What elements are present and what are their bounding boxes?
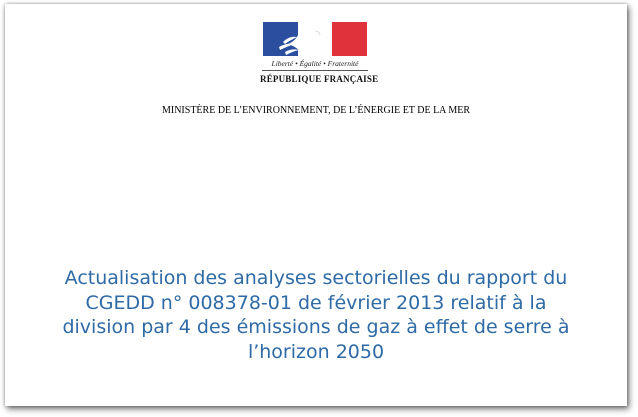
logo-motto: Liberté • Égalité • Fraternité xyxy=(271,59,359,68)
title-line: CGEDD n° 008378-01 de février 2013 relat… xyxy=(85,291,547,314)
document-title: Actualisation des analyses sectorielles … xyxy=(25,266,607,364)
logo-divider xyxy=(262,70,368,71)
ministry-name: MINISTÈRE DE L’ENVIRONNEMENT, DE L’ÉNERG… xyxy=(161,105,471,116)
tricolor-flag-icon xyxy=(263,22,368,56)
title-line: Actualisation des analyses sectorielles … xyxy=(64,267,568,289)
marianne-profile-icon xyxy=(279,24,329,55)
document-page: Liberté • Égalité • Fraternité RÉPUBLIQU… xyxy=(5,4,627,406)
title-line: division par 4 des émissions de gaz à ef… xyxy=(62,316,570,338)
marianne-logo: Liberté • Égalité • Fraternité RÉPUBLIQU… xyxy=(260,22,379,94)
title-line: l’horizon 2050 xyxy=(247,340,385,363)
logo-republic-text: RÉPUBLIQUE FRANÇAISE xyxy=(260,74,379,84)
